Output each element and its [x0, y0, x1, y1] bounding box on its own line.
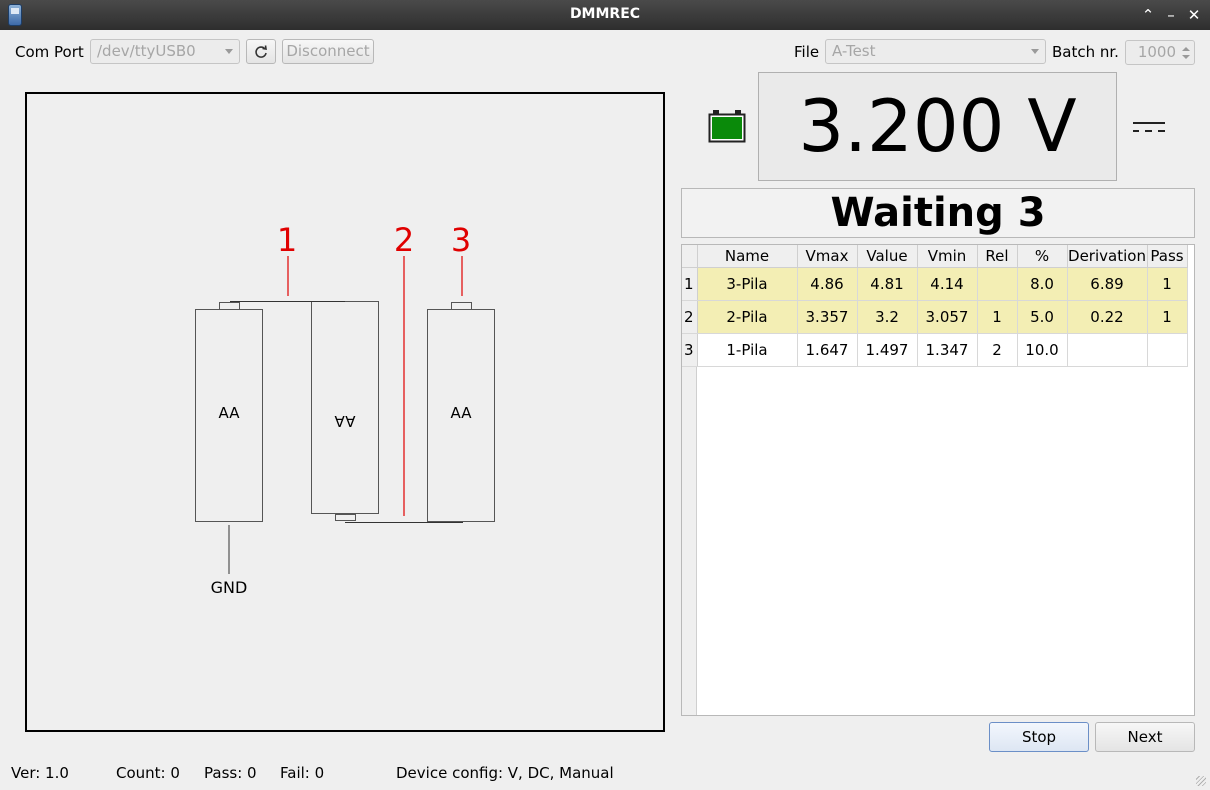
file-value: A-Test	[832, 42, 876, 60]
close-icon[interactable]: ✕	[1184, 4, 1204, 26]
version-label: Ver: 1.0	[11, 764, 69, 782]
column-header-vmin[interactable]: Vmin	[917, 245, 978, 268]
table-header-row: Name Vmax Value Vmin Rel % Derivation Pa…	[682, 245, 1188, 268]
batch-number-spinbox[interactable]: 1000	[1125, 40, 1195, 65]
wiring-diagram-svg: AA AA AA GND 1 2 3	[195, 221, 495, 597]
title-bar: DMMREC ⌃ – ✕	[0, 0, 1210, 30]
battery-3-label: AA	[451, 404, 473, 422]
cell-vmin[interactable]: 1.347	[917, 333, 978, 367]
file-label: File	[794, 43, 820, 61]
row-header[interactable]: 1	[682, 267, 698, 301]
cell-percent[interactable]: 8.0	[1017, 267, 1068, 301]
status-label: Waiting 3	[681, 188, 1195, 238]
count-label: Count: 0	[116, 764, 180, 782]
cell-vmax[interactable]: 1.647	[797, 333, 858, 367]
column-header-pass[interactable]: Pass	[1147, 245, 1188, 268]
probe-1-label: 1	[277, 221, 297, 259]
cell-value[interactable]: 1.497	[857, 333, 918, 367]
cell-percent[interactable]: 10.0	[1017, 333, 1068, 367]
spin-down-icon[interactable]	[1182, 55, 1190, 59]
com-port-value: /dev/ttyUSB0	[97, 42, 196, 60]
battery-1: AA	[195, 302, 263, 522]
cell-vmin[interactable]: 4.14	[917, 267, 978, 301]
batch-label: Batch nr.	[1052, 43, 1119, 61]
com-port-select[interactable]: /dev/ttyUSB0	[90, 39, 240, 64]
column-header-percent[interactable]: %	[1017, 245, 1068, 268]
chevron-down-icon	[225, 49, 233, 54]
cell-vmax[interactable]: 4.86	[797, 267, 858, 301]
row-header[interactable]: 2	[682, 300, 698, 334]
cell-rel[interactable]: 2	[977, 333, 1018, 367]
battery-3: AA	[427, 302, 495, 522]
cell-rel[interactable]: 1	[977, 300, 1018, 334]
column-header-name[interactable]: Name	[697, 245, 798, 268]
cell-pass[interactable]: 1	[1147, 300, 1188, 334]
corner-cell[interactable]	[682, 245, 698, 268]
refresh-icon	[255, 45, 267, 58]
table-row[interactable]: 2 2-Pila 3.357 3.2 3.057 1 5.0 0.22 1	[682, 300, 1188, 334]
com-port-label: Com Port	[15, 43, 84, 61]
fail-label: Fail: 0	[280, 764, 325, 782]
cell-vmax[interactable]: 3.357	[797, 300, 858, 334]
cell-pass[interactable]	[1147, 333, 1188, 367]
probe-2-label: 2	[394, 221, 414, 259]
chevron-down-icon	[1031, 49, 1039, 54]
battery-2: AA	[311, 301, 379, 521]
stop-button[interactable]: Stop	[989, 722, 1089, 752]
device-config-label: Device config: V, DC, Manual	[396, 764, 614, 782]
next-button[interactable]: Next	[1095, 722, 1195, 752]
row-header[interactable]: 3	[682, 333, 698, 367]
cell-value[interactable]: 4.81	[857, 267, 918, 301]
pass-label: Pass: 0	[204, 764, 257, 782]
cell-derivation[interactable]: 0.22	[1067, 300, 1148, 334]
cell-percent[interactable]: 5.0	[1017, 300, 1068, 334]
batch-number-value: 1000	[1137, 43, 1176, 61]
cell-name[interactable]: 2-Pila	[697, 300, 798, 334]
refresh-button[interactable]	[246, 39, 276, 64]
cell-vmin[interactable]: 3.057	[917, 300, 978, 334]
disconnect-button[interactable]: Disconnect	[282, 39, 374, 64]
wiring-diagram: AA AA AA GND 1 2 3	[25, 92, 665, 732]
table-row[interactable]: 1 3-Pila 4.86 4.81 4.14 8.0 6.89 1	[682, 267, 1188, 301]
cell-rel[interactable]	[977, 267, 1018, 301]
cell-derivation[interactable]: 6.89	[1067, 267, 1148, 301]
battery-1-label: AA	[219, 404, 241, 422]
cell-name[interactable]: 3-Pila	[697, 267, 798, 301]
maximize-icon[interactable]: ⌃	[1138, 4, 1158, 26]
window-title: DMMREC	[569, 6, 641, 22]
results-table[interactable]: Name Vmax Value Vmin Rel % Derivation Pa…	[681, 244, 1195, 716]
cell-derivation[interactable]	[1067, 333, 1148, 367]
column-header-vmax[interactable]: Vmax	[797, 245, 858, 268]
resize-grip[interactable]	[1196, 776, 1206, 786]
column-header-rel[interactable]: Rel	[977, 245, 1018, 268]
battery-status-icon	[708, 110, 746, 143]
battery-2-label: AA	[334, 412, 356, 430]
minimize-icon[interactable]: –	[1161, 4, 1181, 26]
gnd-label: GND	[211, 578, 248, 597]
cell-value[interactable]: 3.2	[857, 300, 918, 334]
spin-up-icon[interactable]	[1182, 47, 1190, 51]
dc-icon	[1133, 122, 1165, 132]
file-select[interactable]: A-Test	[825, 39, 1046, 64]
column-header-derivation[interactable]: Derivation	[1067, 245, 1148, 268]
cell-name[interactable]: 1-Pila	[697, 333, 798, 367]
column-header-value[interactable]: Value	[857, 245, 918, 268]
cell-pass[interactable]: 1	[1147, 267, 1188, 301]
probe-3-label: 3	[451, 221, 471, 259]
table-row[interactable]: 3 1-Pila 1.647 1.497 1.347 2 10.0	[682, 333, 1188, 367]
voltage-display: 3.200 V	[758, 72, 1117, 181]
